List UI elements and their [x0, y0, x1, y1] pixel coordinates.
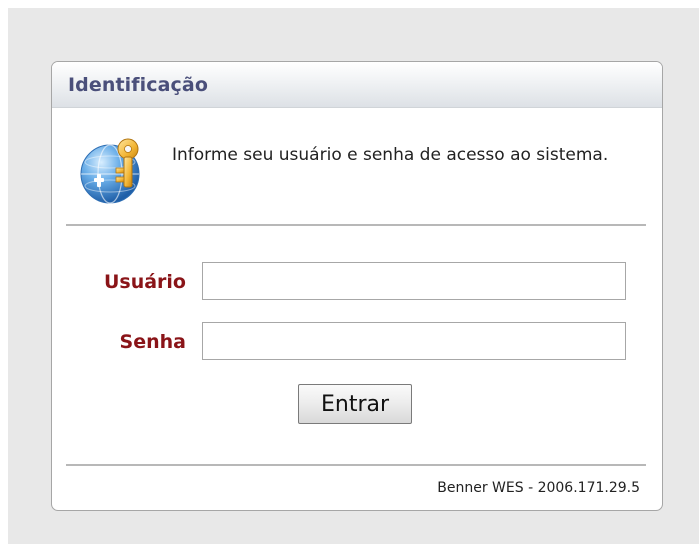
divider	[66, 464, 646, 466]
username-row: Usuário	[52, 262, 662, 302]
version-text: Benner WES - 2006.171.29.5	[437, 480, 640, 496]
divider	[66, 224, 646, 226]
panel-title: Identificação	[68, 73, 208, 96]
password-input[interactable]	[202, 322, 626, 360]
login-panel: Identificação Informe seu usuário e senh…	[51, 61, 663, 511]
password-label: Senha	[119, 331, 186, 353]
info-message-row: Informe seu usuário e senha de acesso ao…	[78, 134, 638, 206]
username-input[interactable]	[202, 262, 626, 300]
password-row: Senha	[52, 322, 662, 362]
username-label: Usuário	[103, 271, 186, 293]
panel-header: Identificação	[52, 62, 662, 108]
login-button[interactable]: Entrar	[298, 384, 412, 424]
info-message: Informe seu usuário e senha de acesso ao…	[172, 145, 609, 165]
globe-key-icon	[80, 138, 140, 204]
